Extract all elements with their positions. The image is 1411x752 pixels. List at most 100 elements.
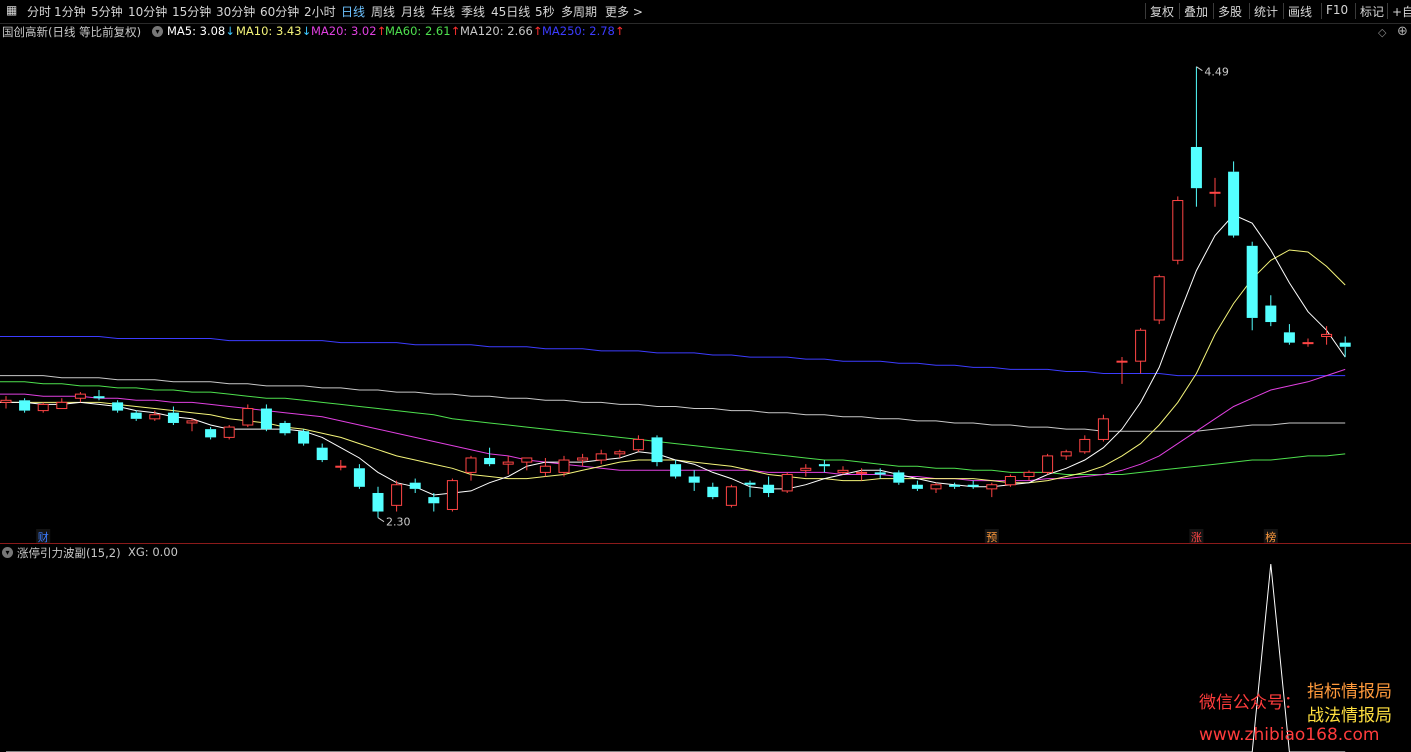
indicator-chart[interactable]	[0, 560, 1411, 752]
candle[interactable]	[577, 453, 589, 467]
candle[interactable]	[595, 449, 607, 465]
candle[interactable]	[372, 486, 384, 518]
candle[interactable]	[279, 420, 291, 436]
toolbar-button-6[interactable]: 标记	[1360, 3, 1384, 20]
candle[interactable]	[502, 455, 514, 475]
settings-circle-icon[interactable]: ▾	[152, 26, 163, 37]
candle[interactable]	[1153, 274, 1165, 325]
candle[interactable]	[1228, 161, 1240, 238]
candle[interactable]	[1265, 295, 1277, 327]
candle[interactable]	[632, 435, 644, 452]
candle[interactable]	[1097, 414, 1109, 442]
period-tab-1[interactable]: 1分钟	[54, 3, 86, 20]
period-tab-2[interactable]: 5分钟	[91, 3, 123, 20]
candle[interactable]	[316, 443, 328, 463]
candle[interactable]	[967, 480, 979, 489]
sub-settings-circle-icon[interactable]: ▾	[2, 547, 13, 558]
candle[interactable]	[223, 425, 235, 440]
candle[interactable]	[335, 460, 347, 471]
period-tab-7[interactable]: 2小时	[304, 3, 336, 20]
candle[interactable]	[1004, 474, 1016, 487]
candlestick-chart[interactable]: 4.492.30财预涨榜	[0, 38, 1411, 544]
candle[interactable]	[539, 457, 551, 477]
candle[interactable]	[707, 482, 719, 500]
candle[interactable]	[893, 470, 905, 485]
candle[interactable]	[167, 406, 179, 426]
candle[interactable]	[688, 470, 700, 491]
candle[interactable]	[1302, 338, 1314, 347]
candle[interactable]	[1079, 435, 1091, 454]
toolbar-button-4[interactable]: 画线	[1288, 3, 1312, 20]
candle[interactable]	[1339, 336, 1351, 358]
candle[interactable]	[725, 484, 737, 508]
candle[interactable]	[1060, 449, 1072, 461]
period-tab-8[interactable]: 日线	[341, 3, 365, 20]
candle[interactable]	[1246, 241, 1258, 331]
toolbar-button-3[interactable]: 统计	[1254, 3, 1278, 20]
ma-legend-label: MA5: 3.08	[167, 24, 226, 38]
candle[interactable]	[56, 398, 68, 410]
candle[interactable]	[74, 392, 86, 403]
candle[interactable]	[446, 478, 458, 512]
period-tab-4[interactable]: 15分钟	[172, 3, 211, 20]
period-tab-11[interactable]: 年线	[431, 3, 455, 20]
candle[interactable]	[651, 435, 663, 467]
toolbar-button-7[interactable]: +自	[1392, 3, 1411, 20]
candle[interactable]	[1042, 453, 1054, 475]
candle[interactable]	[930, 482, 942, 493]
candle[interactable]	[670, 460, 682, 479]
period-tab-0[interactable]: 分时	[27, 3, 51, 20]
candle[interactable]	[465, 455, 477, 481]
candle[interactable]	[186, 418, 198, 432]
period-tab-16[interactable]: 更多 >	[605, 3, 643, 20]
candle[interactable]	[800, 464, 812, 477]
candle[interactable]	[949, 482, 961, 489]
candle[interactable]	[911, 480, 923, 491]
low-pointer	[377, 517, 385, 523]
candle[interactable]	[19, 398, 31, 413]
layout-grid-icon[interactable]: ▦	[6, 3, 17, 17]
toolbar-button-2[interactable]: 多股	[1218, 3, 1242, 20]
toolbar-button-0[interactable]: 复权	[1150, 3, 1174, 20]
expand-icon[interactable]: ⊕	[1397, 24, 1408, 39]
candle[interactable]	[818, 460, 830, 473]
candle[interactable]	[1321, 326, 1333, 345]
candle[interactable]	[781, 472, 793, 493]
candle[interactable]	[744, 480, 756, 498]
candle[interactable]	[93, 390, 105, 401]
period-tab-14[interactable]: 5秒	[535, 3, 555, 20]
event-marker-3[interactable]: 榜	[1265, 530, 1276, 544]
candle[interactable]	[353, 464, 365, 489]
candle[interactable]	[1135, 328, 1147, 374]
period-tab-13[interactable]: 45日线	[491, 3, 530, 20]
candle[interactable]	[205, 427, 217, 440]
candle[interactable]	[130, 410, 142, 421]
candle[interactable]	[1023, 470, 1035, 481]
period-tab-6[interactable]: 60分钟	[260, 3, 299, 20]
period-tab-12[interactable]: 季线	[461, 3, 485, 20]
candle[interactable]	[986, 482, 998, 498]
candle[interactable]	[1190, 66, 1202, 207]
event-marker-0[interactable]: 财	[38, 530, 49, 544]
toolbar-button-1[interactable]: 叠加	[1184, 3, 1208, 20]
period-tab-10[interactable]: 月线	[401, 3, 425, 20]
candle[interactable]	[260, 404, 272, 432]
candle[interactable]	[112, 400, 124, 413]
candle[interactable]	[391, 480, 403, 512]
candle[interactable]	[763, 476, 775, 498]
candle[interactable]	[409, 478, 421, 493]
candle[interactable]	[1283, 324, 1295, 345]
period-tab-5[interactable]: 30分钟	[216, 3, 255, 20]
candle[interactable]	[1172, 196, 1184, 265]
ma-legend-label: MA20: 3.02	[311, 24, 377, 38]
period-tab-15[interactable]: 多周期	[561, 3, 597, 20]
toolbar-button-5[interactable]: F10	[1326, 3, 1348, 17]
period-tab-9[interactable]: 周线	[371, 3, 395, 20]
candle[interactable]	[0, 396, 12, 409]
period-tab-3[interactable]: 10分钟	[128, 3, 167, 20]
candle[interactable]	[1116, 357, 1128, 384]
candle[interactable]	[428, 492, 440, 512]
candle[interactable]	[484, 447, 496, 467]
candle[interactable]	[298, 429, 310, 446]
candle[interactable]	[1209, 177, 1221, 207]
